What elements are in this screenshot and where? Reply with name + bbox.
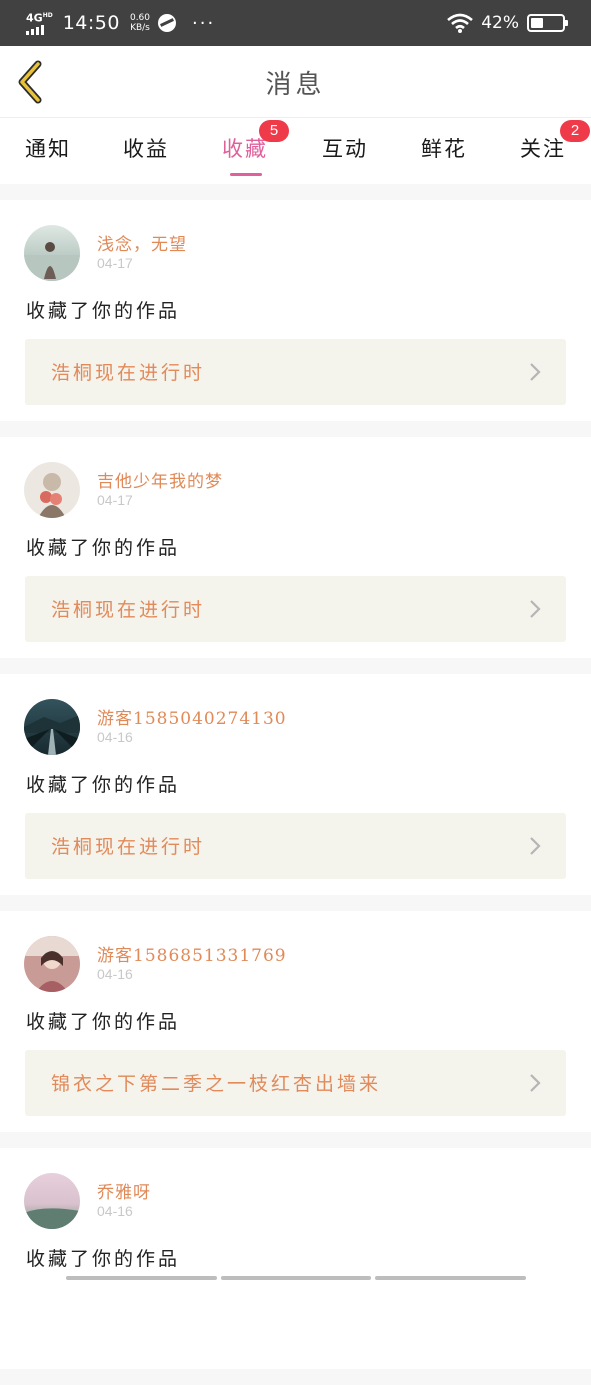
network-sup: HD — [43, 12, 53, 19]
list-item: 游客1586851331769 04-16 收藏了你的作品 锦衣之下第二季之一枝… — [0, 911, 591, 1132]
tab-label: 互动 — [305, 133, 385, 163]
chevron-right-icon — [528, 361, 542, 383]
battery-icon — [527, 14, 565, 32]
browser-icon — [158, 14, 176, 32]
status-right: 42% — [447, 10, 565, 36]
action-text: 收藏了你的作品 — [26, 1007, 180, 1034]
avatar[interactable] — [24, 699, 80, 755]
clock: 14:50 — [63, 12, 120, 34]
list-item: 吉他少年我的梦 04-17 收藏了你的作品 浩桐现在进行时 — [0, 437, 591, 658]
more-notifications-icon: ··· — [192, 13, 215, 34]
work-link[interactable]: 浩桐现在进行时 — [25, 339, 566, 405]
network-speed: 0.60 KB/s — [130, 13, 150, 33]
active-tab-indicator — [230, 173, 262, 176]
following-badge: 2 — [560, 120, 590, 142]
tab-favorites[interactable]: 收藏 5 — [205, 126, 285, 176]
message-date: 04-17 — [97, 492, 133, 508]
work-link[interactable]: 锦衣之下第二季之一枝红杏出墙来 — [25, 1050, 566, 1116]
avatar[interactable] — [24, 936, 80, 992]
action-text: 收藏了你的作品 — [26, 533, 180, 560]
tab-label: 收益 — [106, 133, 186, 163]
header: 消息 — [0, 46, 591, 118]
work-title: 浩桐现在进行时 — [51, 358, 205, 385]
favorites-badge: 5 — [259, 120, 289, 142]
action-text: 收藏了你的作品 — [26, 770, 180, 797]
chevron-right-icon — [528, 835, 542, 857]
username[interactable]: 游客1586851331769 — [97, 941, 287, 966]
avatar[interactable] — [24, 225, 80, 281]
speed-unit: KB/s — [130, 23, 150, 33]
wifi-icon — [447, 13, 473, 33]
list-item: 浅念，无望 04-17 收藏了你的作品 浩桐现在进行时 — [0, 200, 591, 421]
work-title: 锦衣之下第二季之一枝红杏出墙来 — [51, 1069, 381, 1096]
action-text: 收藏了你的作品 — [26, 296, 180, 323]
avatar[interactable] — [24, 462, 80, 518]
message-date: 04-16 — [97, 729, 133, 745]
username[interactable]: 吉他少年我的梦 — [97, 467, 223, 492]
chevron-right-icon — [528, 598, 542, 620]
username[interactable]: 乔雅呀 — [97, 1178, 151, 1203]
message-date: 04-17 — [97, 255, 133, 271]
username[interactable]: 浅念，无望 — [97, 230, 187, 255]
message-list: 浅念，无望 04-17 收藏了你的作品 浩桐现在进行时 吉他少年我的梦 04-1… — [0, 200, 591, 1385]
tab-notifications[interactable]: 通知 — [8, 126, 88, 176]
work-title: 浩桐现在进行时 — [51, 832, 205, 859]
message-date: 04-16 — [97, 966, 133, 982]
chevron-right-icon — [528, 1072, 542, 1094]
tab-label: 鲜花 — [404, 133, 484, 163]
tab-interactions[interactable]: 互动 — [305, 126, 385, 176]
action-text: 收藏了你的作品 — [26, 1244, 180, 1271]
tab-earnings[interactable]: 收益 — [106, 126, 186, 176]
list-item: 游客1585040274130 04-16 收藏了你的作品 浩桐现在进行时 — [0, 674, 591, 895]
tab-label: 通知 — [8, 133, 88, 163]
work-link[interactable]: 浩桐现在进行时 — [25, 576, 566, 642]
work-title: 浩桐现在进行时 — [51, 595, 205, 622]
speed-value: 0.60 — [130, 13, 150, 23]
battery-percent: 42% — [481, 13, 519, 33]
status-bar: 4GHD 14:50 0.60 KB/s ··· 42% — [0, 0, 591, 46]
signal-icon — [26, 25, 44, 35]
username[interactable]: 游客1585040274130 — [97, 704, 287, 729]
tab-following[interactable]: 关注 2 — [503, 126, 583, 176]
page-title: 消息 — [0, 64, 591, 101]
work-link[interactable]: 浩桐现在进行时 — [25, 813, 566, 879]
scroll-indicator — [66, 1276, 526, 1280]
network-indicator: 4GHD — [26, 11, 53, 36]
message-date: 04-16 — [97, 1203, 133, 1219]
tab-flowers[interactable]: 鲜花 — [404, 126, 484, 176]
network-type: 4G — [26, 11, 43, 24]
tab-bar: 通知 收益 收藏 5 互动 鲜花 关注 2 — [0, 118, 591, 184]
list-item: 乔雅呀 04-16 收藏了你的作品 — [0, 1148, 591, 1369]
status-left: 4GHD 14:50 0.60 KB/s ··· — [26, 10, 215, 36]
avatar[interactable] — [24, 1173, 80, 1229]
